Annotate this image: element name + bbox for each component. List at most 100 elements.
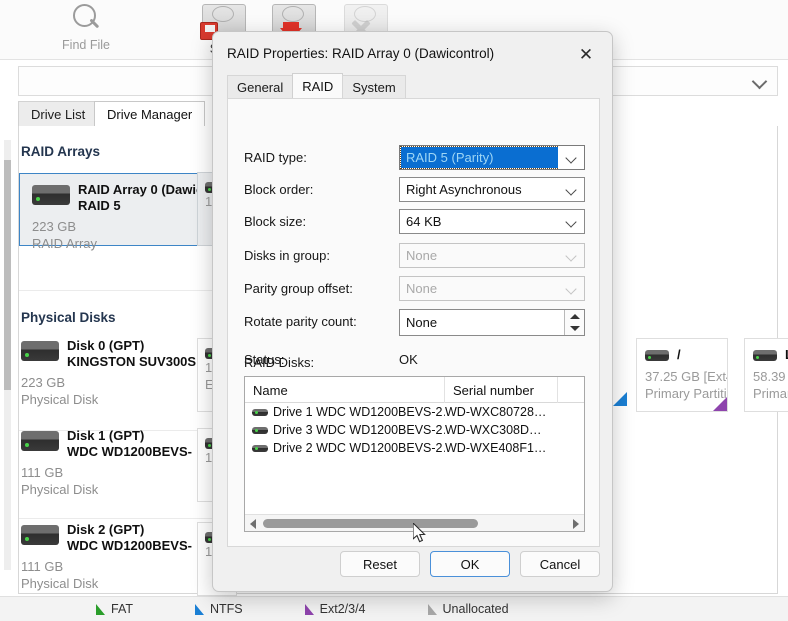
filesystem-marker-icon [613,392,627,406]
raid-array-type: RAID Array [32,236,98,251]
toolbar-button-find-file[interactable]: Find File [40,2,132,58]
listbox-rows: Drive 1 WDC WD1200BEVS-2… WD-WXC80728… D… [245,403,584,457]
combo-block-order[interactable]: Right Asynchronous [399,177,585,202]
spinner-down-icon[interactable] [570,326,580,331]
list-divider [19,290,213,291]
tab-drive-list[interactable]: Drive List [18,101,99,127]
chevron-down-icon [565,250,577,262]
physical-disk-item-1[interactable]: Disk 1 (GPT) WDC WD1200BEVS- 111 GB Phys… [21,428,213,498]
table-row[interactable]: Drive 2 WDC WD1200BEVS-2… WD-WXE408F1… [245,439,584,457]
column-header-name-label: Name [253,382,288,398]
legend-item-unallocated: Unallocated [427,602,509,616]
ok-button[interactable]: OK [430,551,510,577]
reset-button[interactable]: Reset [340,551,420,577]
tab-general-label: General [237,80,284,95]
label-rotate-parity-count: Rotate parity count: [244,314,357,329]
field-block-order: Block order: Right Asynchronous [244,177,585,204]
tab-drive-manager[interactable]: Drive Manager [94,101,206,127]
label-block-order: Block order: [244,182,314,197]
listbox-horizontal-scrollbar[interactable] [245,514,584,531]
label-raid-disks: RAID Disks: [244,355,315,370]
tab-raid[interactable]: RAID [292,73,344,99]
disk-size: 111 GB [21,465,64,480]
partition-size: 37.25 GB [Ext4 [645,369,728,384]
hdd-icon [645,350,669,361]
chevron-down-icon [565,216,577,228]
tab-drive-manager-label: Drive Manager [107,107,193,122]
partition-mountpoint: / [677,347,681,362]
scrollbar-thumb[interactable] [263,519,478,528]
tab-system-label: System [352,80,396,95]
dialog-content-raid: RAID type: RAID 5 (Parity) Block order: … [227,98,600,547]
combo-parity-group-offset-value: None [406,281,438,296]
toolbar-label-find-file: Find File [62,38,110,52]
chevron-down-icon [565,283,577,295]
partition-role: Primary [753,386,788,401]
column-header-serial[interactable]: Serial number [445,377,558,403]
scroll-right-icon[interactable] [573,519,579,529]
dialog-title: RAID Properties: RAID Array 0 (Dawicontr… [227,46,495,61]
disk-size: 111 GB [21,559,64,574]
legend-item-fat: FAT [96,602,133,616]
main-vertical-scrollbar[interactable] [4,140,11,570]
section-heading-raid-arrays: RAID Arrays [21,144,101,159]
chevron-down-icon [565,184,577,196]
filesystem-marker-icon [713,397,727,411]
raid-array-level: RAID 5 [78,198,121,213]
raid-disks-listbox[interactable]: Name Serial number Drive 1 WDC WD1200BEV… [244,376,585,532]
column-header-serial-label: Serial number [453,382,534,398]
disk-model: WDC WD1200BEVS- [67,538,192,553]
tab-drive-list-label: Drive List [31,107,86,122]
physical-disk-item-2[interactable]: Disk 2 (GPT) WDC WD1200BEVS- 111 GB Phys… [21,522,213,592]
tab-system[interactable]: System [342,75,406,99]
spinner-up-icon[interactable] [570,314,580,319]
partition-card-local[interactable]: Loc 58.39 G Primary [744,338,788,412]
field-rotate-parity-count: Rotate parity count: None [244,309,585,338]
label-disks-in-group: Disks in group: [244,248,330,263]
legend-color-unallocated-icon [427,603,437,615]
scroll-left-icon[interactable] [250,519,256,529]
spinner-rotate-parity-count-value: None [406,315,438,330]
physical-disk-item-0[interactable]: Disk 0 (GPT) KINGSTON SUV300S 223 GB Phy… [21,338,213,408]
hdd-icon [252,444,268,452]
disk-type: Physical Disk [21,482,99,497]
combo-block-size[interactable]: 64 KB [399,209,585,234]
tab-general[interactable]: General [227,75,294,99]
disk-model: KINGSTON SUV300S [67,354,197,369]
disk-name: Disk 1 (GPT) [67,428,145,443]
magnifier-icon [69,2,103,36]
dialog-tab-strip: General RAID System [227,73,406,99]
row-name-text: Drive 1 WDC WD1200BEVS-2… [273,405,445,419]
partition-card-root[interactable]: / 37.25 GB [Ext4 Primary Partiti [636,338,728,412]
label-block-size: Block size: [244,214,307,229]
row-serial-cell: WD-WXC308D… [445,423,542,437]
combo-raid-type[interactable]: RAID 5 (Parity) [399,145,585,170]
close-icon[interactable]: ✕ [566,38,606,70]
column-header-extra[interactable] [558,377,586,403]
disk-name: Disk 2 (GPT) [67,522,145,537]
table-row[interactable]: Drive 3 WDC WD1200BEVS-2… WD-WXC308D… [245,421,584,439]
field-raid-type: RAID type: RAID 5 (Parity) [244,145,585,172]
combo-parity-group-offset: None [399,276,585,301]
status-value: OK [399,352,418,367]
section-heading-physical-disks: Physical Disks [21,310,116,325]
listbox-header: Name Serial number [245,377,584,403]
list-divider [19,518,213,519]
column-header-name[interactable]: Name [245,377,445,403]
spinner-buttons[interactable] [564,310,584,335]
raid-array-name: RAID Array 0 (Dawic [78,182,204,197]
table-row[interactable]: Drive 1 WDC WD1200BEVS-2… WD-WXC80728… [245,403,584,421]
row-serial-cell: WD-WXC80728… [445,405,547,419]
disk-model: WDC WD1200BEVS- [67,444,192,459]
raid-array-list-item[interactable]: RAID Array 0 (Dawic RAID 5 223 GB RAID A… [19,173,213,251]
legend-label-fat: FAT [111,602,133,616]
row-name-cell: Drive 1 WDC WD1200BEVS-2… [245,405,445,419]
field-disks-in-group: Disks in group: None [244,243,585,270]
cancel-button-label: Cancel [539,556,581,572]
scrollbar-thumb[interactable] [4,160,11,390]
label-raid-type: RAID type: [244,150,307,165]
spinner-rotate-parity-count[interactable]: None [399,309,585,336]
legend-item-ext: Ext2/3/4 [304,602,366,616]
legend-label-ext: Ext2/3/4 [319,602,366,616]
cancel-button[interactable]: Cancel [520,551,600,577]
